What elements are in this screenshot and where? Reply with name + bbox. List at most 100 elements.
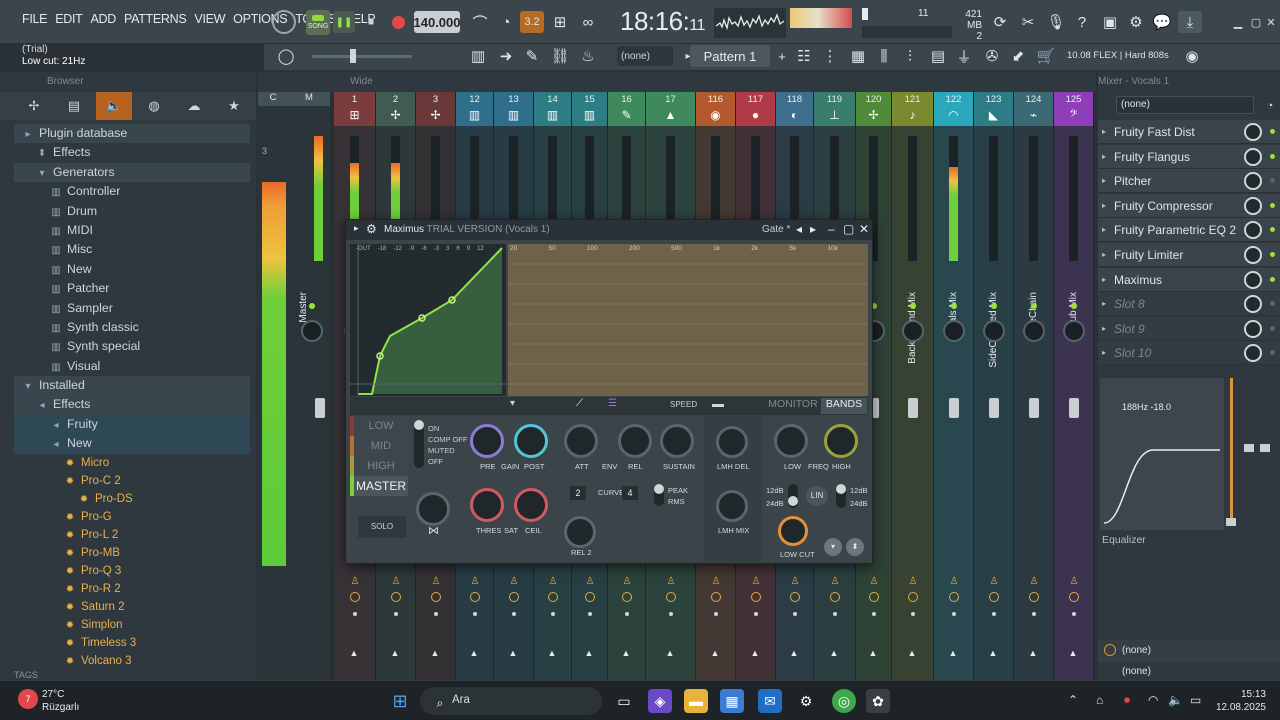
strip-clock-icon[interactable] (621, 592, 632, 602)
slot-enable-led[interactable] (1270, 276, 1275, 282)
strip-enable-led[interactable] (909, 303, 916, 309)
insert-preset-selector[interactable]: (none) (1116, 96, 1254, 114)
slot-mix-knob[interactable] (1244, 221, 1262, 240)
plugin-item[interactable]: ✹ Pro-DS (14, 490, 250, 508)
strip-arrow-icon[interactable]: ▲ (989, 648, 998, 658)
effect-slot[interactable]: ▸ Pitcher (1098, 169, 1280, 194)
plugin-item[interactable]: ✹ Pro-G (14, 508, 250, 526)
peak-rms-switch[interactable] (654, 484, 664, 506)
low-freq-knob[interactable] (774, 424, 808, 458)
master-volume-knob[interactable] (272, 10, 296, 34)
strip-arrow-icon[interactable]: ▲ (908, 648, 917, 658)
mixer-strip[interactable]: 123◣SideChained Mix♙▲ (974, 92, 1014, 680)
fl-studio-icon[interactable]: ✿ (866, 689, 890, 713)
browser-item[interactable]: ▥ New (14, 260, 250, 279)
strip-route-icon[interactable]: ♙ (909, 576, 918, 587)
lmh-delay-knob[interactable] (716, 426, 748, 458)
browser-item[interactable]: ▸ Plugin database (14, 124, 250, 144)
maximize-plugin-icon[interactable]: ▢ (843, 222, 854, 236)
strip-header[interactable]: 124 ⌁ (1014, 92, 1053, 126)
menu-edit[interactable]: EDIT (55, 12, 83, 26)
strip-volume-fader[interactable] (907, 398, 918, 418)
browser-item[interactable]: ▥ Synth special (14, 337, 250, 356)
plugin-item[interactable]: ✹ Pro-R 2 (14, 580, 250, 598)
channel-rack-icon[interactable]: ⋮ (818, 45, 842, 67)
release-knob[interactable] (618, 424, 652, 458)
maximus-titlebar[interactable]: ▸ ⚙ Maximus TRIAL VERSION (Vocals 1) Gat… (346, 220, 872, 240)
insert-volume-handle[interactable] (1226, 518, 1236, 526)
plug-icon[interactable]: ⏚ (952, 45, 976, 67)
strip-arrow-icon[interactable]: ▲ (622, 648, 631, 658)
strip-route-icon[interactable]: ♙ (510, 576, 519, 587)
weather-widget[interactable]: 27°C Rüzgarlı (42, 688, 79, 714)
minimize-plugin-icon[interactable]: – (828, 222, 835, 236)
strip-header[interactable]: 118 ◐ (776, 92, 813, 126)
strip-header[interactable]: 117 ● (736, 92, 775, 126)
microphone-icon[interactable]: 🎙 (1044, 11, 1068, 33)
tab-favorites-icon[interactable]: ★ (214, 92, 254, 120)
effect-slot[interactable]: ▸ Slot 9 (1098, 316, 1280, 341)
slot-mix-knob[interactable] (1244, 147, 1262, 166)
file-explorer-icon[interactable]: ▬ (684, 689, 708, 713)
strip-dot[interactable] (472, 612, 477, 616)
strip-volume-fader[interactable] (948, 398, 959, 418)
strip-dot[interactable] (352, 612, 357, 616)
strip-clock-icon[interactable] (907, 592, 918, 602)
pitch-knob-icon[interactable]: ◯ (274, 45, 298, 67)
state-option[interactable]: OFF (428, 456, 467, 467)
plugin-item[interactable]: ✹ Pro-Q 3 (14, 562, 250, 580)
tab-web-icon[interactable]: ◍ (134, 92, 174, 120)
strip-arrow-icon[interactable]: ▲ (790, 648, 799, 658)
slot-enable-led[interactable] (1270, 178, 1275, 184)
effect-slot[interactable]: ▸ Fruity Flangus (1098, 144, 1280, 169)
insert-volume-bar[interactable] (1230, 378, 1233, 520)
countdown-icon[interactable]: 3.2 (520, 11, 544, 33)
slot-arrow-icon[interactable]: ▸ (1102, 268, 1106, 292)
effect-slot[interactable]: ▸ Fruity Parametric EQ 2 (1098, 218, 1280, 243)
ceiling-knob[interactable] (514, 488, 548, 522)
strip-header[interactable]: 122 ◠ (934, 92, 973, 126)
state-option[interactable]: ON (428, 423, 467, 434)
strip-arrow-icon[interactable]: ▲ (391, 648, 400, 658)
mixer-strip[interactable]: 122 ◠ Vocals Mix ♙ ▲ (934, 92, 974, 680)
high-freq-knob[interactable] (824, 424, 858, 458)
master-pan-knob[interactable] (301, 320, 323, 342)
strip-enable-led[interactable] (1030, 303, 1037, 309)
brush-icon[interactable]: ✎ (520, 45, 544, 67)
strip-header[interactable]: 125 𝄢 (1054, 92, 1093, 126)
compression-curve-graph[interactable]: -OUT -18 -12 -9 -6 -3 3 6 9 12 (350, 244, 506, 396)
stamp-icon[interactable]: ♨ (576, 45, 600, 67)
prev-preset-icon[interactable]: ◂ (796, 222, 802, 236)
mixer-strip[interactable]: 125 𝄢 Sub Mix ♙ ▲ (1054, 92, 1094, 680)
add-pattern-icon[interactable]: + (770, 45, 794, 67)
browser-item[interactable]: ◂ Effects (14, 395, 250, 415)
strip-route-icon[interactable]: ♙ (831, 576, 840, 587)
options-arrow-icon[interactable]: ▸ (354, 223, 359, 234)
speed-slider[interactable] (712, 404, 724, 407)
strip-dot[interactable] (550, 612, 555, 616)
strip-header[interactable]: 16 ✎ (608, 92, 645, 126)
stereo-knob[interactable] (416, 492, 450, 526)
strip-enable-led[interactable] (1070, 303, 1077, 309)
outlook-icon[interactable]: ✉ (758, 689, 782, 713)
download-icon[interactable]: ⤓ (1178, 11, 1202, 33)
browser-item[interactable]: ⬍ Effects (14, 143, 250, 162)
slot-arrow-icon[interactable]: ▸ (1102, 194, 1106, 218)
strip-arrow-icon[interactable]: ▲ (1069, 648, 1078, 658)
band-low[interactable]: LOW (350, 416, 408, 436)
strip-clock-icon[interactable] (988, 592, 999, 602)
strip-route-icon[interactable]: ♙ (667, 576, 676, 587)
strip-dot[interactable] (624, 612, 629, 616)
strip-header[interactable]: 120 ✢ (856, 92, 891, 126)
release2-knob[interactable] (564, 516, 596, 548)
plugin-item[interactable]: ✹ Pro-L 2 (14, 526, 250, 544)
strip-route-icon[interactable]: ♙ (950, 576, 959, 587)
strip-clock-icon[interactable] (584, 592, 595, 602)
browser-item[interactable]: ▥ Drum (14, 202, 250, 221)
slot-enable-led[interactable] (1270, 301, 1275, 307)
stop-button[interactable]: ■ (360, 11, 382, 33)
slot-arrow-icon[interactable]: ▸ (1102, 120, 1106, 144)
bands-tab[interactable]: BANDS (821, 398, 867, 414)
store-icon[interactable]: ▦ (720, 689, 744, 713)
strip-header[interactable]: 121 ♪ (892, 92, 933, 126)
